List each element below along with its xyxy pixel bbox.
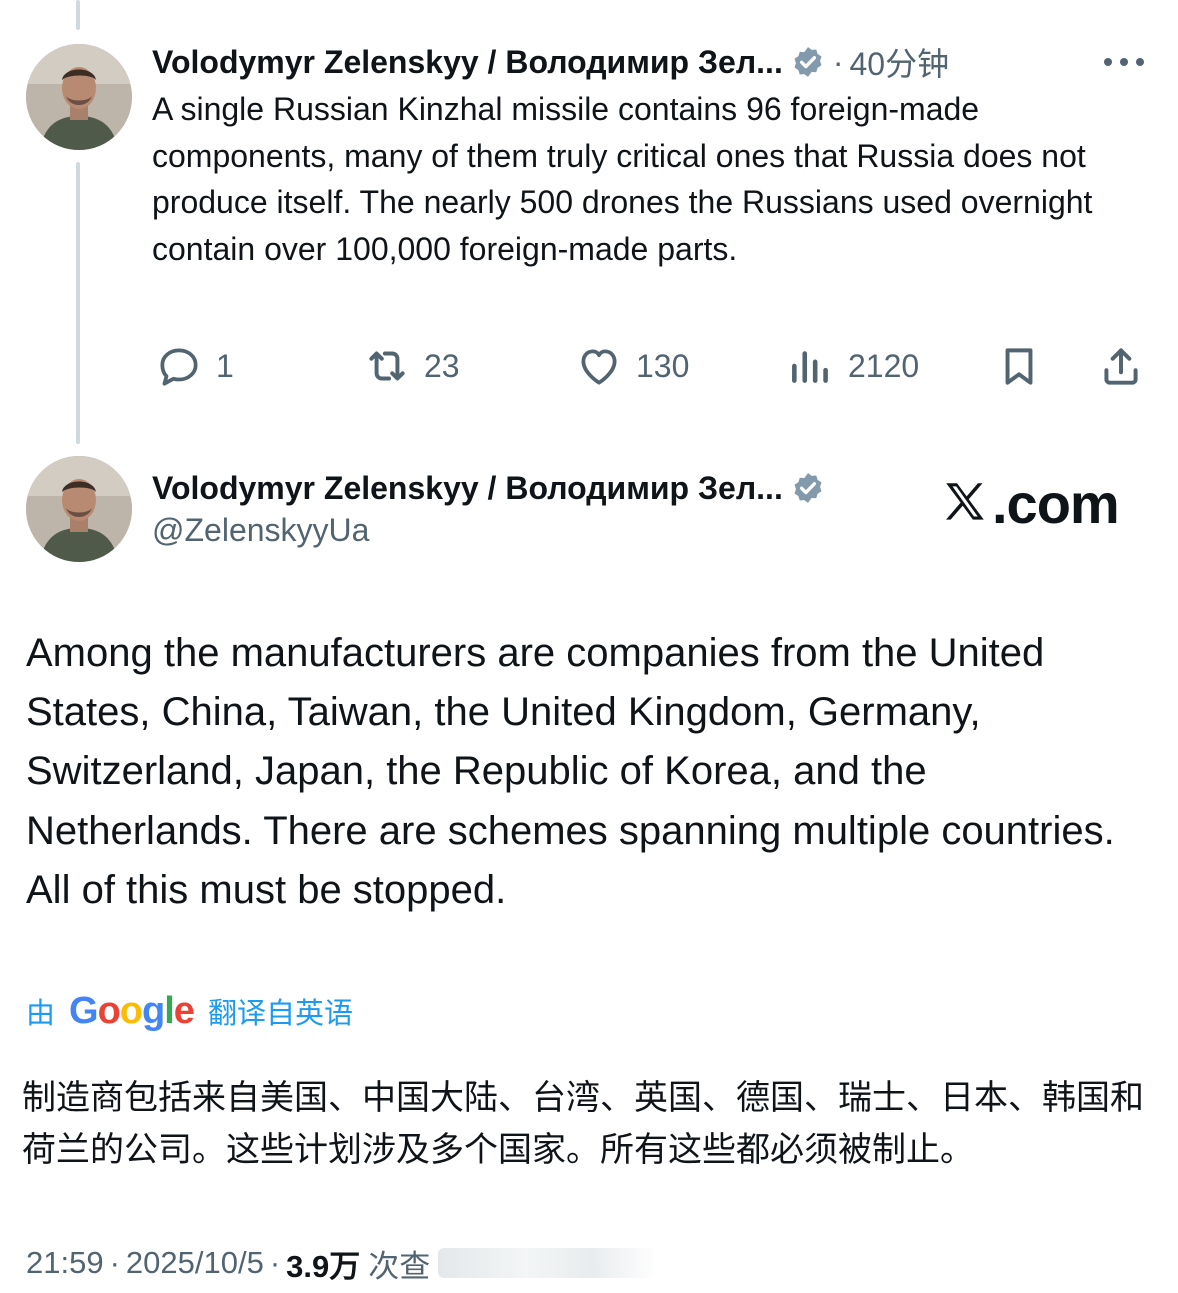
translation-suffix: 翻译自英语 bbox=[207, 998, 353, 1030]
verified-badge-icon bbox=[794, 47, 822, 77]
separator: · bbox=[109, 1245, 120, 1280]
avatar-image bbox=[26, 456, 132, 562]
verified-badge-icon bbox=[794, 473, 822, 503]
views-button[interactable]: 2120 bbox=[786, 336, 919, 396]
main-avatar[interactable] bbox=[26, 456, 132, 562]
views-label: 次查 bbox=[368, 1248, 431, 1284]
view-count: 2120 bbox=[848, 347, 920, 384]
translation-prefix: 由 bbox=[26, 998, 56, 1030]
thread-line bbox=[76, 162, 80, 444]
post-date[interactable]: 2025/10/5 bbox=[126, 1245, 264, 1281]
views-icon bbox=[792, 351, 828, 383]
reply-count: 1 bbox=[216, 347, 234, 384]
avatar-image bbox=[26, 44, 132, 150]
bookmark-button[interactable] bbox=[994, 336, 1044, 396]
repost-button[interactable]: 23 bbox=[362, 336, 460, 396]
reply-icon bbox=[160, 348, 198, 386]
reply-button[interactable]: 1 bbox=[154, 336, 234, 396]
translation-attribution[interactable]: 由 Google 翻译自英语 bbox=[26, 988, 353, 1034]
views-count: 3.9万 bbox=[286, 1248, 361, 1284]
post-time[interactable]: 21:59 bbox=[26, 1245, 104, 1281]
main-tweet-header: Volodymyr Zelenskyy / Володимир Зел... bbox=[152, 466, 825, 510]
separator: · bbox=[832, 43, 844, 80]
x-logo-icon bbox=[946, 483, 984, 520]
xcom-watermark: .com bbox=[940, 468, 1120, 538]
bookmark-icon bbox=[1005, 348, 1033, 385]
separator: · bbox=[269, 1245, 281, 1280]
display-name[interactable]: Volodymyr Zelenskyy / Володимир Зел... bbox=[152, 470, 783, 507]
like-button[interactable]: 130 bbox=[574, 336, 689, 396]
reply-tweet-header: Volodymyr Zelenskyy / Володимир Зел... ·… bbox=[152, 40, 949, 84]
blurred-overlay bbox=[438, 1248, 659, 1278]
thread-line-top bbox=[76, 0, 80, 30]
action-bar: 1 23 130 2120 bbox=[0, 336, 1178, 396]
google-logo: Google bbox=[69, 989, 195, 1032]
avatar[interactable] bbox=[26, 44, 132, 150]
share-icon bbox=[1104, 348, 1138, 385]
main-tweet-text: Among the manufacturers are companies fr… bbox=[26, 631, 1115, 912]
reply-tweet-text: A single Russian Kinzhal missile contain… bbox=[152, 91, 1093, 267]
like-icon bbox=[581, 349, 617, 385]
more-icon[interactable] bbox=[1102, 50, 1146, 74]
like-count: 130 bbox=[636, 347, 690, 384]
display-name[interactable]: Volodymyr Zelenskyy / Володимир Зел... bbox=[152, 44, 783, 81]
timestamp[interactable]: 40分钟 bbox=[849, 39, 949, 85]
repost-icon bbox=[369, 351, 405, 381]
watermark-text: .com bbox=[992, 471, 1120, 535]
tweet-footer: 21:59 · 2025/10/5 · 3.9万 次查 bbox=[26, 1240, 659, 1286]
handle[interactable]: @ZelenskyyUa bbox=[152, 512, 369, 549]
repost-count: 23 bbox=[424, 347, 460, 384]
translated-text: 制造商包括来自美国、中国大陆、台湾、英国、德国、瑞士、日本、韩国和荷兰的公司。这… bbox=[22, 1079, 1144, 1169]
share-button[interactable] bbox=[1096, 336, 1146, 396]
